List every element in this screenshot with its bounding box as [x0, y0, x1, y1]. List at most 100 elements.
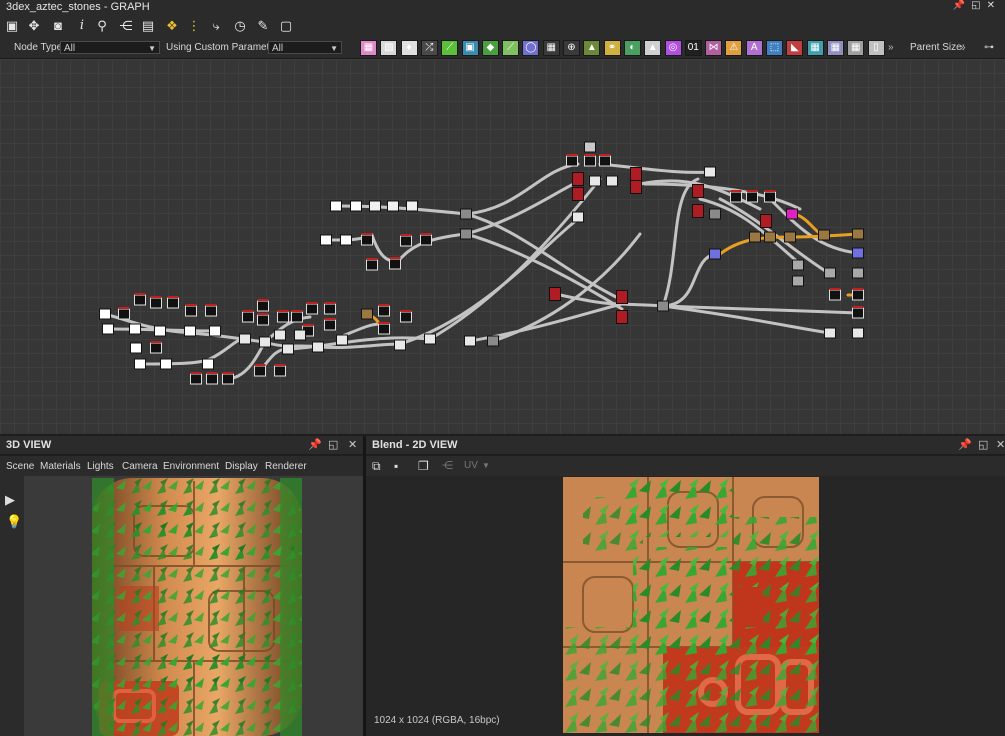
graph-node[interactable] [336, 334, 348, 346]
graph-node[interactable] [692, 204, 704, 218]
graph-node[interactable] [704, 166, 716, 178]
graph-node[interactable] [361, 308, 373, 320]
menu-camera[interactable]: Camera [122, 461, 158, 472]
info-icon[interactable]: i [74, 18, 90, 34]
uv-icon[interactable]: ▦ [806, 40, 824, 56]
pin-icon[interactable]: 📌 [958, 438, 972, 451]
graph-node[interactable] [572, 211, 584, 223]
camera-icon[interactable]: ▶ [5, 492, 15, 508]
graph-node[interactable] [291, 311, 303, 323]
table-icon[interactable]: ▤ [140, 18, 156, 34]
emboss-icon[interactable]: ▦ [847, 40, 865, 56]
graph-node[interactable] [312, 341, 324, 353]
graph-node[interactable] [829, 289, 841, 301]
node-graph-canvas[interactable] [0, 59, 1005, 434]
circle-icon[interactable]: ◯ [522, 40, 540, 56]
graph-node[interactable] [818, 229, 830, 241]
graph-node[interactable] [746, 191, 758, 203]
image-icon[interactable]: ▦ [360, 40, 377, 56]
tile-icon[interactable]: ▦ [542, 40, 560, 56]
settings-icon[interactable]: ⊶ [984, 42, 994, 53]
pin-icon[interactable]: 📌 [308, 438, 322, 451]
levels-icon[interactable]: ▲ [583, 40, 601, 56]
graph-node[interactable] [320, 234, 332, 246]
graph-node[interactable] [99, 308, 111, 320]
graph-node[interactable] [394, 339, 406, 351]
graph-node[interactable] [254, 365, 266, 377]
graph-node[interactable] [589, 175, 601, 187]
blend-icon[interactable]: ⚭ [603, 40, 621, 56]
graph-node[interactable] [324, 319, 336, 331]
maximize-icon[interactable]: ◱ [328, 438, 338, 451]
view3d-viewport[interactable] [24, 476, 363, 736]
graph-node[interactable] [134, 294, 146, 306]
graph-icon[interactable]: ⋮ [186, 18, 202, 34]
graph-node[interactable] [150, 342, 162, 354]
channels-icon[interactable]: ⋲ [442, 459, 453, 472]
menu-display[interactable]: Display [225, 461, 258, 472]
graph-node[interactable] [274, 365, 286, 377]
shuffle-icon[interactable]: ⤮ [420, 40, 438, 56]
graph-node[interactable] [852, 247, 864, 259]
graph-node[interactable] [366, 259, 378, 271]
graph-node[interactable] [160, 358, 172, 370]
menu-renderer[interactable]: Renderer [265, 461, 307, 472]
close-icon[interactable]: ✕ [348, 438, 357, 451]
graph-node[interactable] [130, 342, 142, 354]
graph-node[interactable] [852, 307, 864, 319]
graph-node[interactable] [294, 329, 306, 341]
graph-node[interactable] [387, 200, 399, 212]
graph-node[interactable] [239, 333, 251, 345]
graph-node[interactable] [257, 314, 269, 326]
graph-node[interactable] [350, 200, 362, 212]
graph-node[interactable] [657, 300, 669, 312]
export-icon[interactable]: ▢ [278, 18, 294, 34]
graph-node[interactable] [202, 358, 214, 370]
graph-node[interactable] [259, 336, 271, 348]
split-icon[interactable]: ▯ [867, 40, 885, 56]
curve-icon[interactable]: ⟋ [441, 40, 459, 56]
menu-scene[interactable]: Scene [6, 461, 34, 472]
graph-node[interactable] [277, 311, 289, 323]
graph-node[interactable] [222, 373, 234, 385]
search-icon[interactable]: ⚲ [94, 18, 110, 34]
menu-materials[interactable]: Materials [40, 461, 81, 472]
graph-node[interactable] [630, 180, 642, 194]
graph-node[interactable] [184, 325, 196, 337]
timer-icon[interactable]: ◷ [232, 18, 248, 34]
uv-dropdown[interactable]: UV [464, 460, 478, 471]
histogram-icon[interactable]: ▲ [644, 40, 662, 56]
graph-node[interactable] [616, 290, 628, 304]
graph-node[interactable] [784, 231, 796, 243]
save-icon[interactable]: ▪ [394, 459, 398, 473]
pie-icon[interactable]: ◐ [623, 40, 641, 56]
graph-node[interactable] [824, 267, 836, 279]
graph-node[interactable] [572, 172, 584, 186]
graph-node[interactable] [361, 234, 373, 246]
graph-node[interactable] [852, 327, 864, 339]
graph-node[interactable] [154, 325, 166, 337]
python-icon[interactable]: ❖ [164, 18, 180, 34]
graph-node[interactable] [487, 335, 499, 347]
light-bulb-icon[interactable]: 💡 [6, 514, 22, 530]
warp-icon[interactable]: ⊕ [563, 40, 580, 56]
graph-node[interactable] [760, 214, 772, 228]
graph-node[interactable] [584, 155, 596, 167]
menu-lights[interactable]: Lights [87, 461, 114, 472]
frame-select-icon[interactable]: ⬚ [766, 40, 783, 56]
warning-icon[interactable]: ⚠ [725, 40, 743, 56]
custom-params-select[interactable]: All ▼ [268, 41, 342, 54]
bool-icon[interactable]: ⋈ [705, 40, 723, 56]
menu-environment[interactable]: Environment [163, 461, 219, 472]
blur-icon[interactable]: ▣ [461, 40, 479, 56]
graph-node[interactable] [852, 267, 864, 279]
graph-node[interactable] [549, 287, 561, 301]
graph-node[interactable] [400, 311, 412, 323]
tools-icon[interactable]: ✎ [255, 18, 271, 34]
letter-a-icon[interactable]: A [745, 40, 763, 56]
close-icon[interactable]: ✕ [996, 438, 1005, 451]
graph-node[interactable] [786, 208, 798, 220]
graph-node[interactable] [378, 305, 390, 317]
graph-node[interactable] [630, 167, 642, 181]
text-icon[interactable]: 01 [684, 40, 702, 56]
